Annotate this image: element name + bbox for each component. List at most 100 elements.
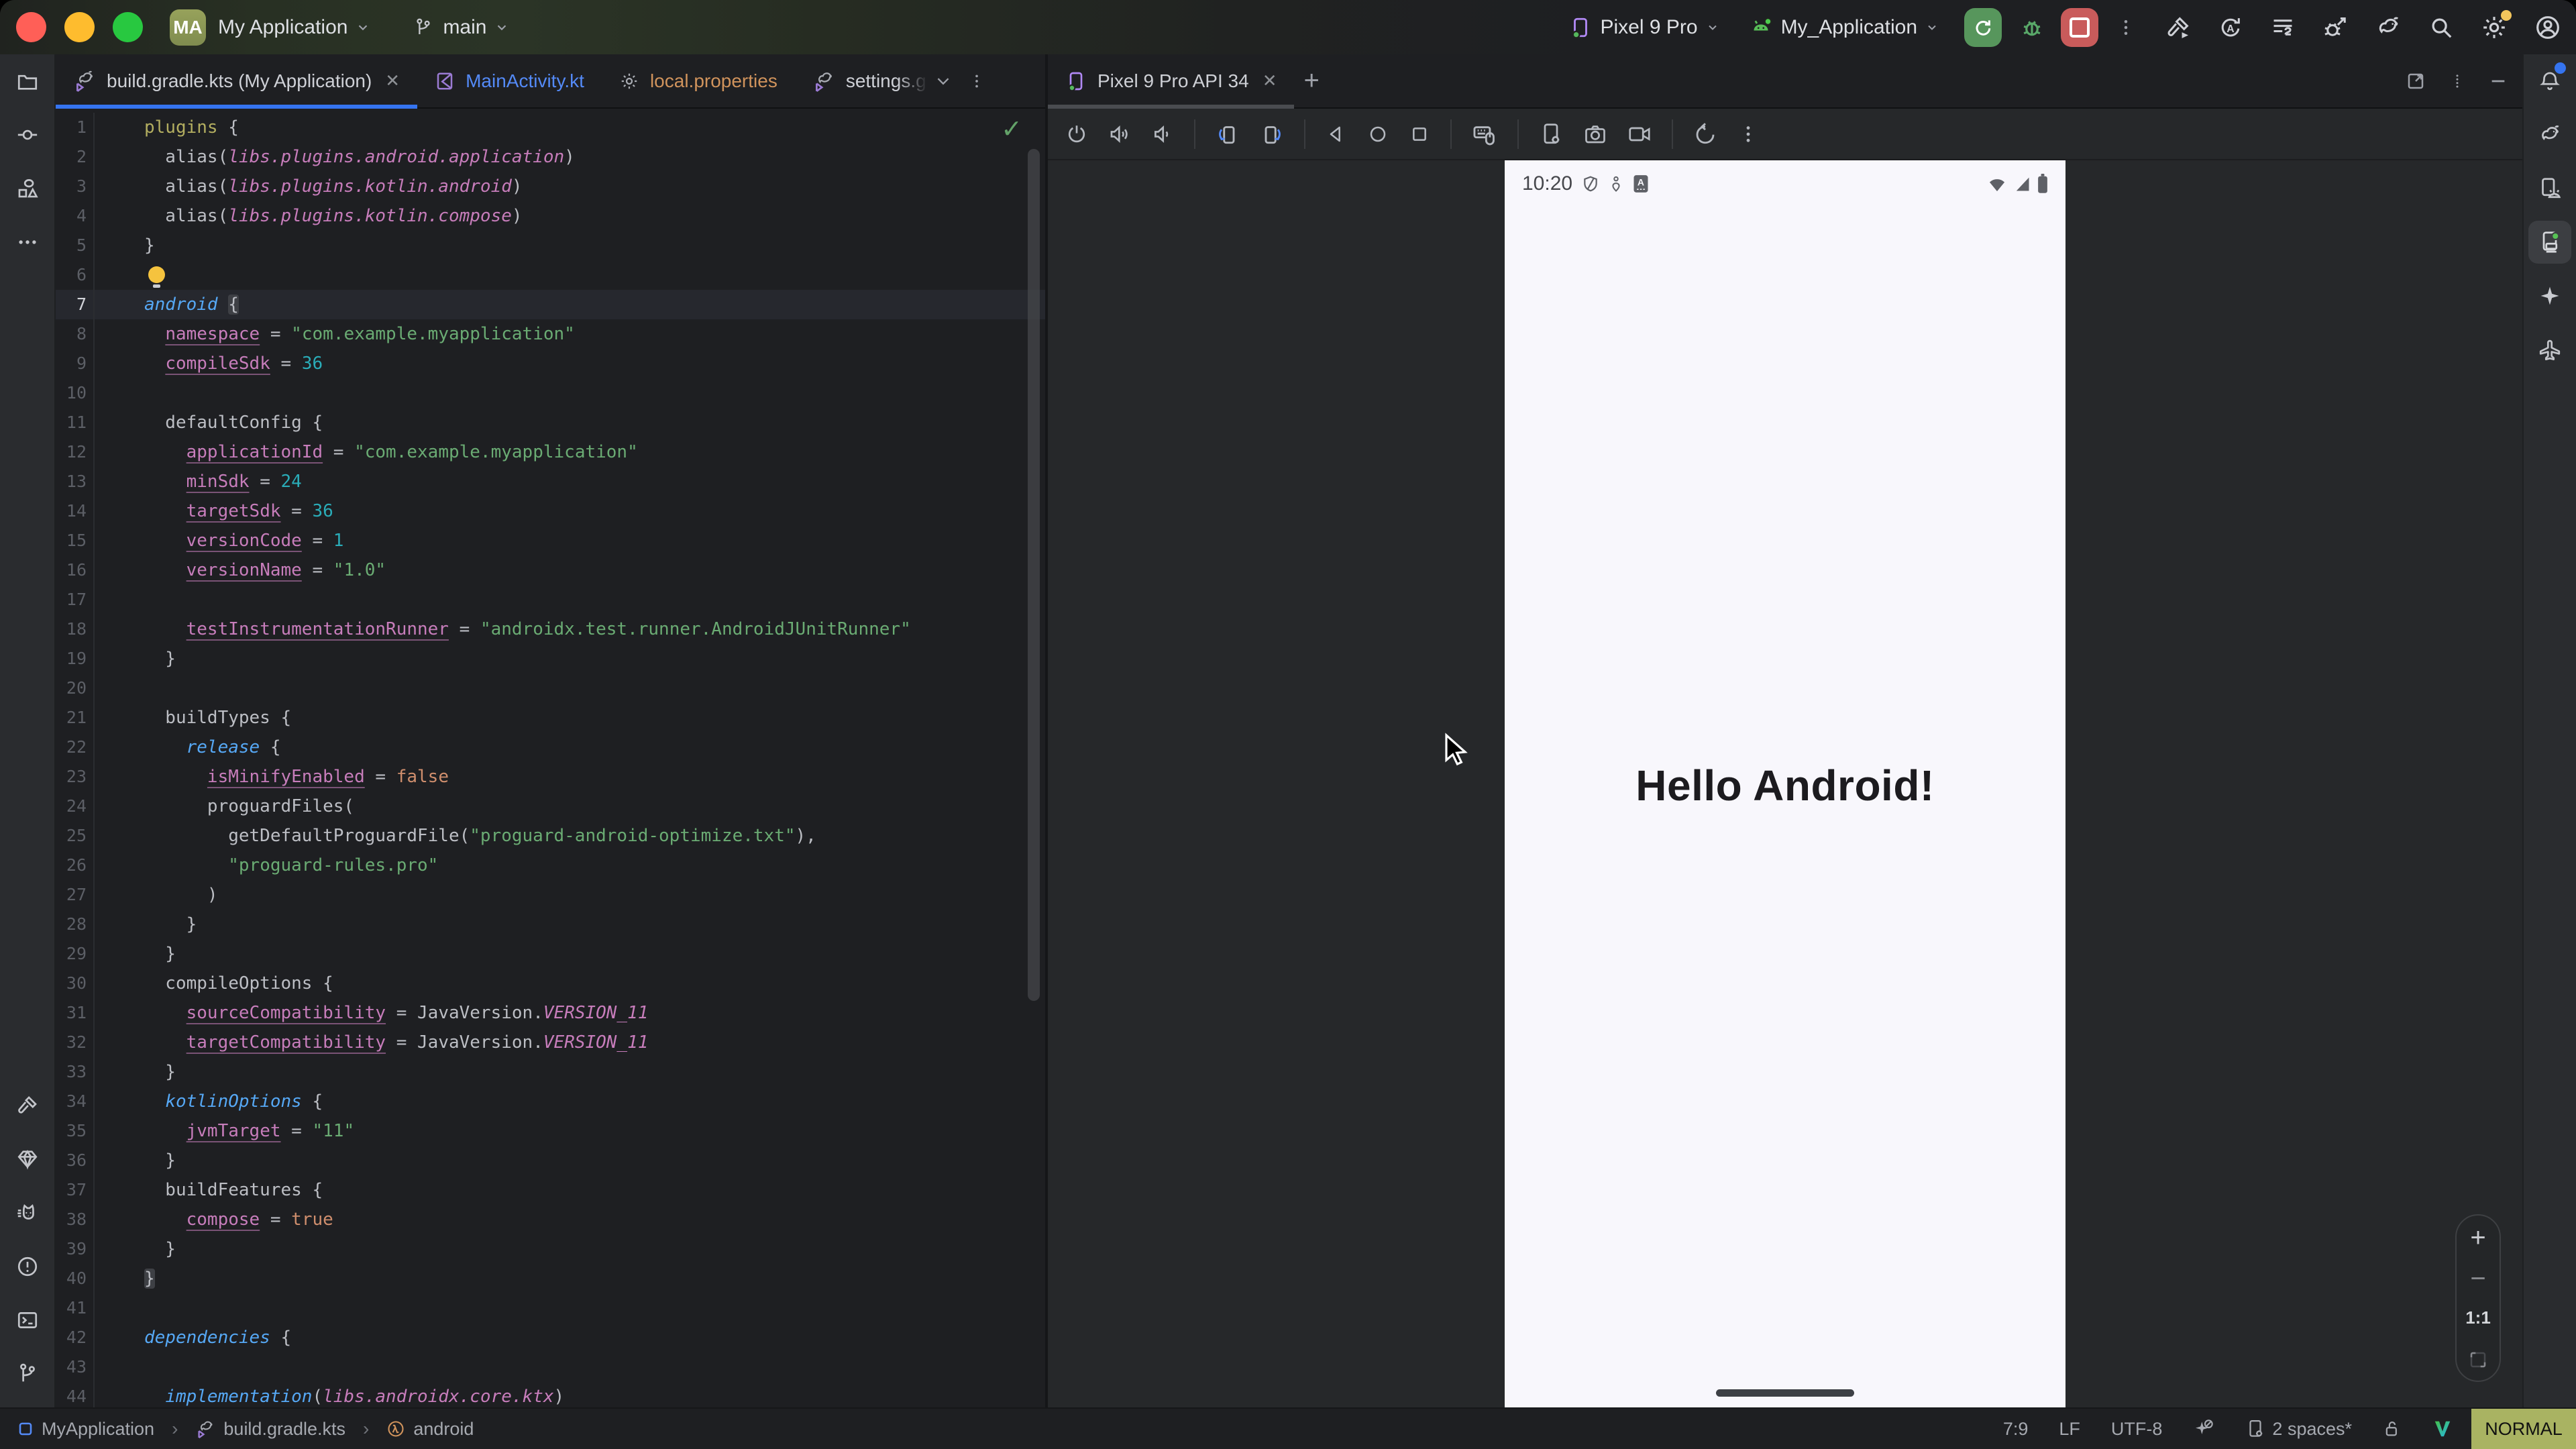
tab-pixel-device[interactable]: Pixel 9 Pro API 34 ✕ (1048, 54, 1294, 107)
code-line[interactable]: 35 jvmTarget = "11" (56, 1116, 1045, 1146)
run-configuration-selector[interactable]: My_Application (1749, 15, 1939, 40)
settings-icon[interactable] (2481, 14, 2508, 41)
sidebar-item-problems[interactable] (6, 1240, 49, 1293)
indent-widget[interactable]: 2 spaces* (2245, 1419, 2352, 1440)
debug-button[interactable] (2019, 15, 2045, 40)
panel-options-icon[interactable] (2449, 72, 2466, 90)
sidebar-item-device-manager[interactable] (2528, 162, 2571, 215)
home-icon[interactable] (1367, 123, 1389, 145)
tab-mainactivity[interactable]: MainActivity.kt (417, 54, 602, 107)
sidebar-item-airplane[interactable] (2528, 323, 2571, 376)
overview-icon[interactable] (1409, 123, 1430, 145)
minimize-window-button[interactable] (64, 12, 95, 42)
open-in-window-icon[interactable] (2406, 71, 2426, 91)
code-line[interactable]: 40} (56, 1264, 1045, 1293)
sidebar-item-logcat[interactable] (6, 1186, 49, 1240)
sidebar-item-notifications[interactable] (2528, 54, 2571, 108)
code-line[interactable]: 29 } (56, 939, 1045, 969)
code-line[interactable]: 20 (56, 674, 1045, 703)
sidebar-item-running-devices[interactable] (2528, 221, 2571, 264)
show-hidden-tabs-icon[interactable] (934, 72, 952, 90)
code-line[interactable]: 23 isMinifyEnabled = false (56, 762, 1045, 792)
volume-down-icon[interactable] (1151, 123, 1174, 146)
code-line[interactable]: 21 buildTypes { (56, 703, 1045, 733)
code-line[interactable]: 12 applicationId = "com.example.myapplic… (56, 437, 1045, 467)
sidebar-item-structure[interactable] (6, 162, 49, 215)
new-device-tab-button[interactable]: + (1294, 54, 1328, 107)
screenshot-camera-icon[interactable] (1583, 122, 1607, 146)
tab-local-properties[interactable]: local.properties (602, 54, 795, 107)
code-line[interactable]: 13 minSdk = 24 (56, 467, 1045, 496)
code-line[interactable]: 4 alias(libs.plugins.kotlin.compose) (56, 201, 1045, 231)
gesture-navigation-bar[interactable] (1716, 1389, 1854, 1397)
device-screen[interactable]: 10:20 A Hello Android! (1505, 160, 2065, 1407)
code-line[interactable]: 28 } (56, 910, 1045, 939)
caret-position-widget[interactable]: 7:9 (2003, 1419, 2029, 1440)
code-line[interactable]: 11 defaultConfig { (56, 408, 1045, 437)
rerun-button[interactable] (1964, 8, 2002, 47)
vim-mode-badge[interactable]: NORMAL (2471, 1409, 2576, 1449)
screen-record-icon[interactable] (1627, 122, 1652, 146)
code-line[interactable]: 39 } (56, 1234, 1045, 1264)
code-line[interactable]: 5} (56, 231, 1045, 260)
code-line[interactable]: 33 } (56, 1057, 1045, 1087)
code-line[interactable]: 37 buildFeatures { (56, 1175, 1045, 1205)
hide-panel-icon[interactable] (2489, 72, 2508, 91)
breadcrumb-module[interactable]: MyApplication (42, 1419, 154, 1440)
lock-open-icon[interactable] (2383, 1419, 2402, 1438)
stop-button[interactable] (2061, 8, 2098, 47)
code-line[interactable]: 44 implementation(libs.androidx.core.ktx… (56, 1382, 1045, 1407)
intention-bulb-icon[interactable] (148, 266, 165, 283)
code-line[interactable]: 26 "proguard-rules.pro" (56, 851, 1045, 880)
breadcrumb[interactable]: MyApplication › build.gradle.kts › andro… (17, 1418, 474, 1440)
code-line[interactable]: 24 proguardFiles( (56, 792, 1045, 821)
code-line[interactable]: 15 versionCode = 1 (56, 526, 1045, 555)
zoom-1-1-button[interactable]: 1:1 (2465, 1307, 2491, 1328)
toolbar-lines-icon[interactable] (2270, 15, 2296, 40)
sidebar-item-project[interactable] (6, 54, 49, 108)
apply-changes-icon[interactable]: A (2218, 15, 2243, 40)
project-selector[interactable]: My Application (218, 16, 347, 39)
code-line[interactable]: 3 alias(libs.plugins.kotlin.android) (56, 172, 1045, 201)
device-selector[interactable]: Pixel 9 Pro (1569, 16, 1719, 39)
sidebar-item-gemini[interactable] (2528, 269, 2571, 323)
code-line[interactable]: 10 (56, 378, 1045, 408)
back-icon[interactable] (1326, 123, 1347, 145)
code-editor[interactable]: 1plugins {2 alias(libs.plugins.android.a… (56, 109, 1045, 1407)
code-line[interactable]: 9 compileSdk = 36 (56, 349, 1045, 378)
ai-assistant-disabled-icon[interactable] (2193, 1418, 2214, 1440)
code-line[interactable]: 6 (56, 260, 1045, 290)
search-everywhere-icon[interactable] (2428, 15, 2454, 40)
ideavim-icon[interactable] (2432, 1419, 2453, 1439)
code-line[interactable]: 19 } (56, 644, 1045, 674)
line-separator-widget[interactable]: LF (2059, 1419, 2080, 1440)
sidebar-item-commit[interactable] (6, 108, 49, 162)
zoom-out-button[interactable]: − (2470, 1271, 2485, 1287)
volume-up-icon[interactable] (1108, 123, 1131, 146)
encoding-widget[interactable]: UTF-8 (2111, 1419, 2163, 1440)
breadcrumb-file[interactable]: build.gradle.kts (223, 1419, 345, 1440)
rotate-right-icon[interactable] (1260, 122, 1284, 146)
code-line[interactable]: 34 kotlinOptions { (56, 1087, 1045, 1116)
sidebar-item-more[interactable] (6, 215, 49, 269)
code-line[interactable]: 27 ) (56, 880, 1045, 910)
code-line[interactable]: 41 (56, 1293, 1045, 1323)
code-line[interactable]: 43 (56, 1352, 1045, 1382)
sync-project-gradle-icon[interactable] (2375, 14, 2402, 41)
snapshots-restore-icon[interactable] (1693, 122, 1717, 146)
sidebar-item-version-control[interactable] (6, 1347, 49, 1401)
code-line[interactable]: 18 testInstrumentationRunner = "androidx… (56, 614, 1045, 644)
editor-scrollbar[interactable] (1028, 149, 1040, 1001)
power-icon[interactable] (1065, 123, 1088, 146)
more-run-options-icon[interactable] (2116, 17, 2136, 38)
inspection-ok-icon[interactable]: ✓ (1001, 114, 1022, 144)
code-line[interactable]: 38 compose = true (56, 1205, 1045, 1234)
rotate-left-icon[interactable] (1216, 122, 1240, 146)
code-line[interactable]: 25 getDefaultProguardFile("proguard-andr… (56, 821, 1045, 851)
maximize-window-button[interactable] (113, 12, 143, 42)
account-icon[interactable] (2534, 14, 2561, 41)
code-line[interactable]: 22 release { (56, 733, 1045, 762)
code-line[interactable]: 7android { (56, 290, 1045, 319)
code-line[interactable]: 31 sourceCompatibility = JavaVersion.VER… (56, 998, 1045, 1028)
sidebar-item-terminal[interactable] (6, 1293, 49, 1347)
